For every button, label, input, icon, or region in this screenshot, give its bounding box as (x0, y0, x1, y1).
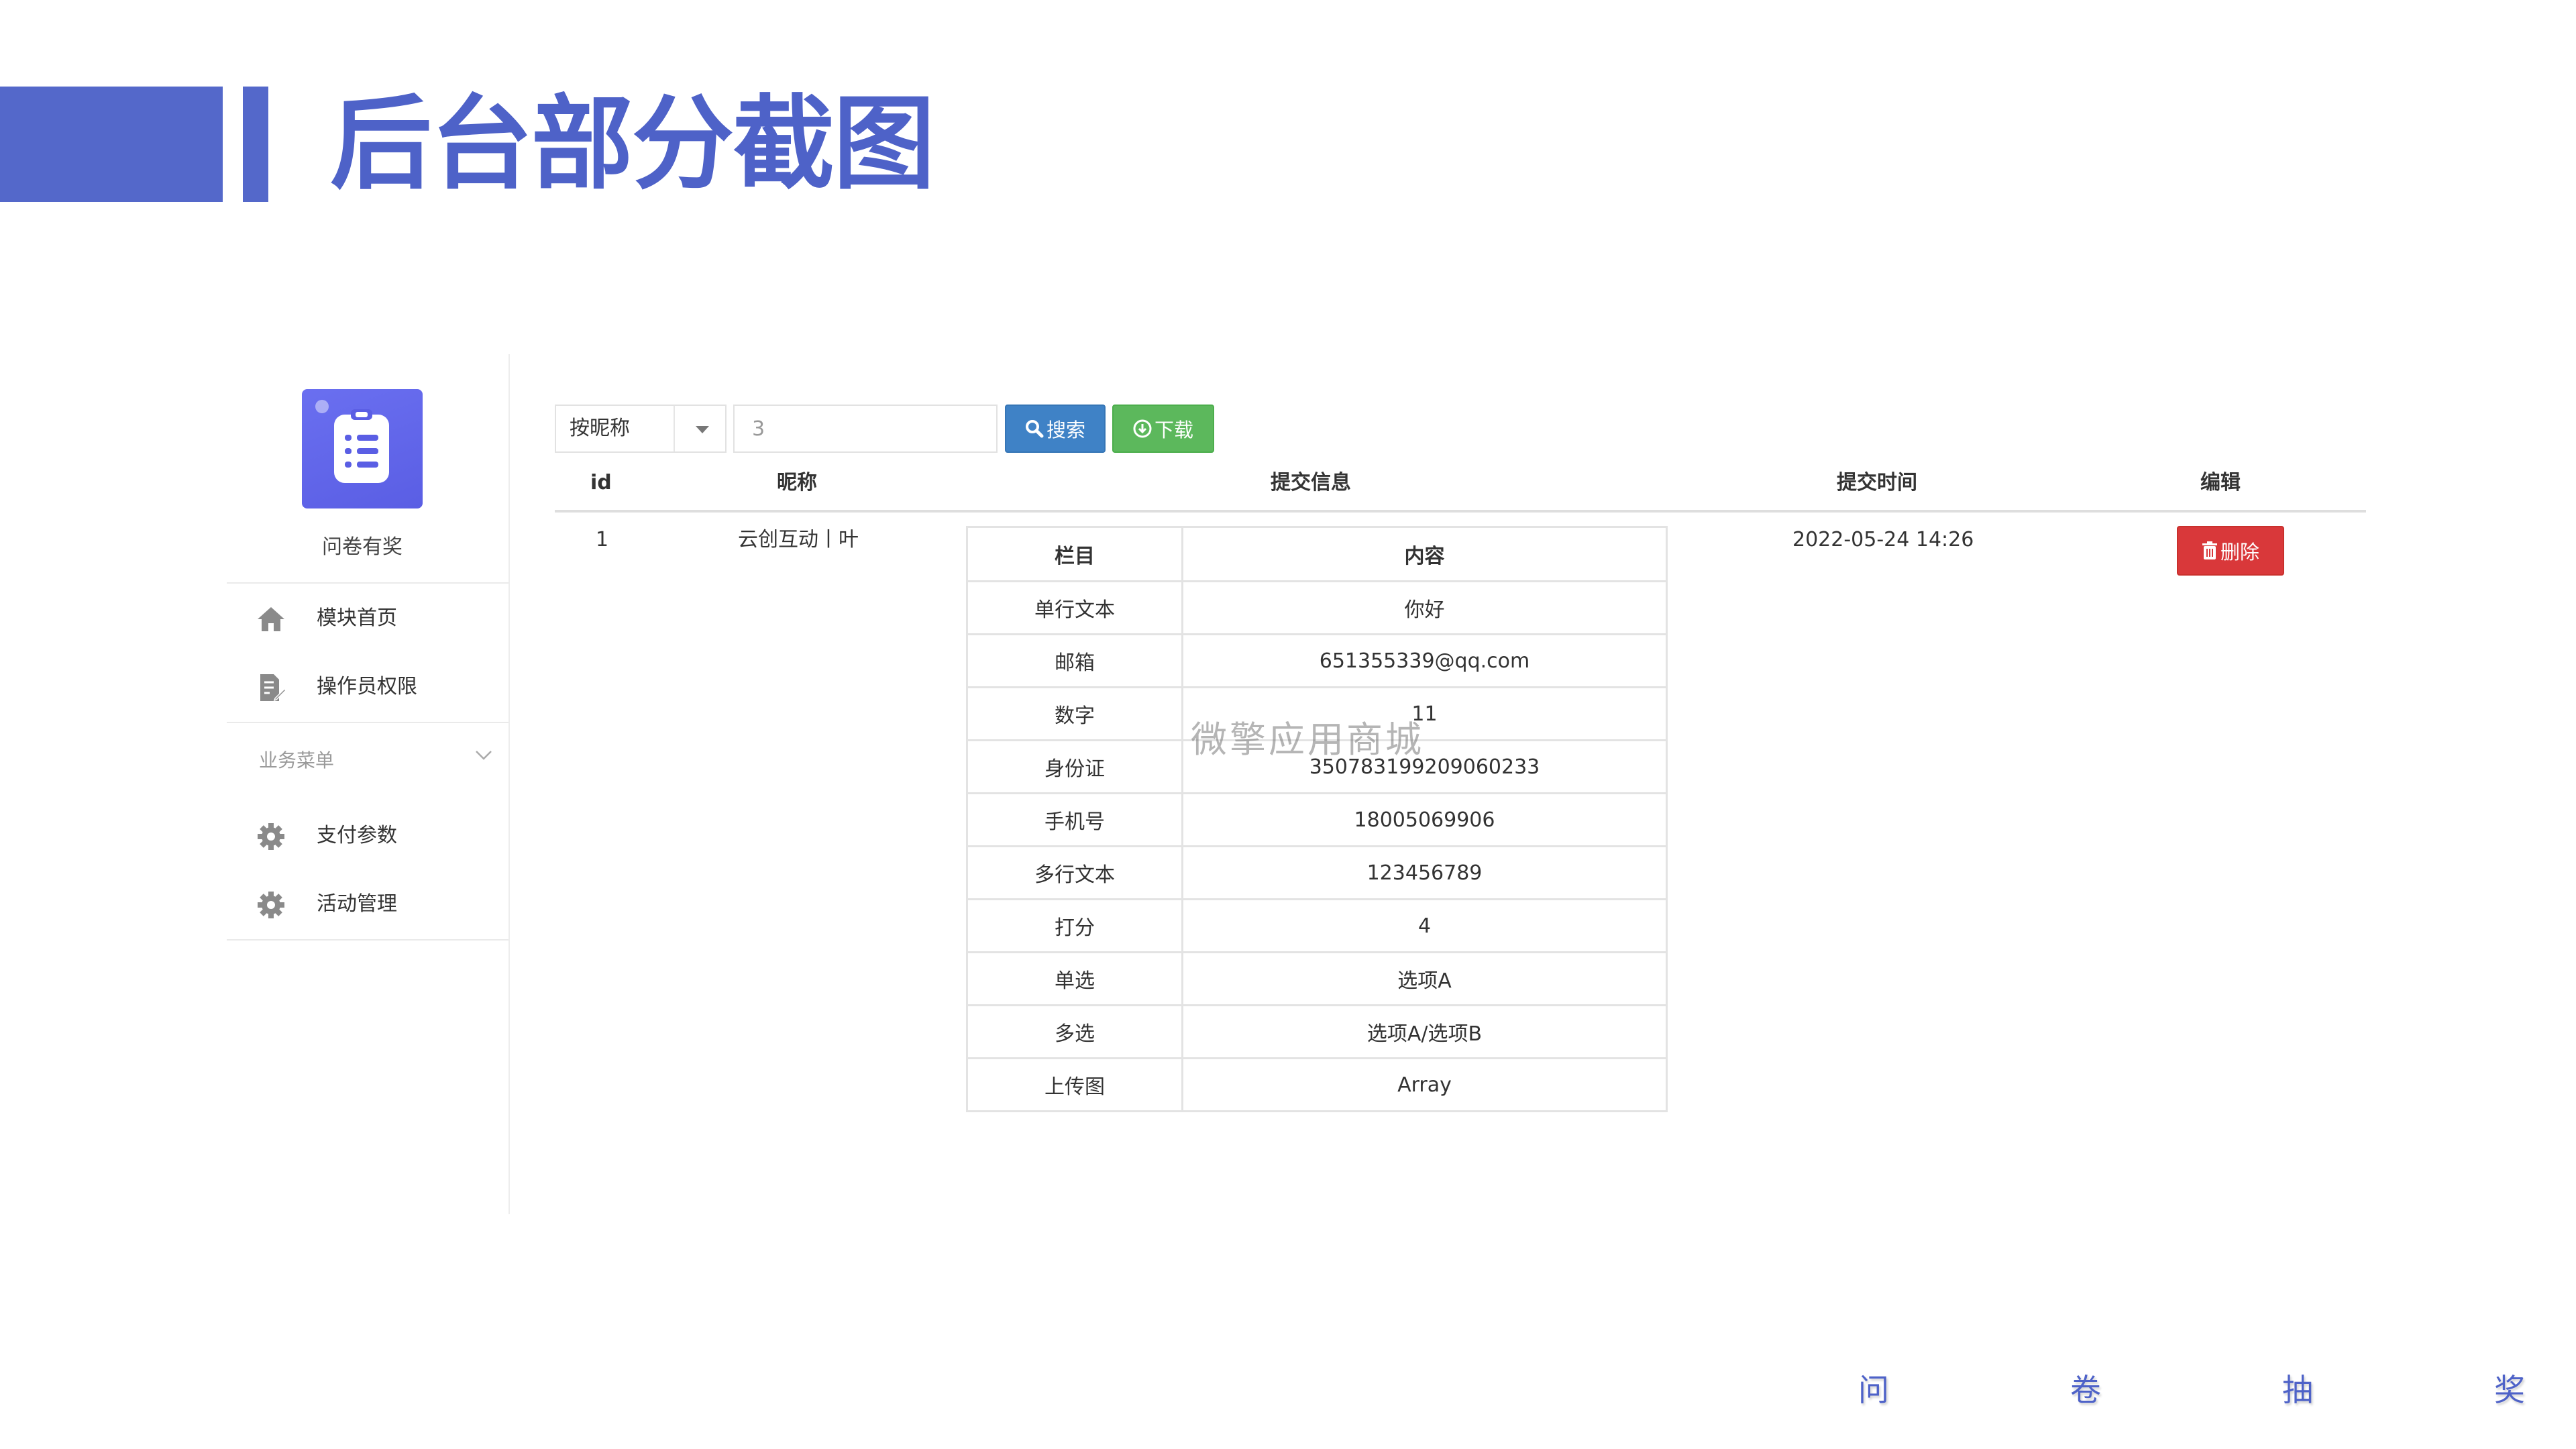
search-button-label: 搜索 (1046, 419, 1085, 441)
sidebar-separator (227, 939, 508, 941)
delete-button[interactable]: 删除 (2177, 526, 2284, 576)
cell-nickname: 云创互动丨叶 (738, 528, 859, 551)
table-row: 多行文本 123456789 (966, 845, 1668, 900)
table-row: 手机号 18005069906 (966, 792, 1668, 847)
table-row: 上传图 Array (966, 1057, 1668, 1112)
submission-detail-table: 栏目 内容 单行文本 你好 邮箱 651355339@qq.com 数字 11 身份证… (966, 526, 1668, 1112)
field-label: 上传图 (966, 1057, 1183, 1112)
column-header-submit-time: 提交时间 (1837, 471, 1917, 494)
cell-submit-time: 2022-05-24 14:26 (1792, 528, 1974, 551)
detail-header-field: 栏目 (966, 526, 1183, 582)
column-header-edit: 编辑 (2200, 471, 2241, 494)
field-label: 单行文本 (966, 580, 1183, 635)
download-button[interactable]: 下载 (1112, 405, 1214, 453)
sidebar-item-payment-params[interactable]: 支付参数 (255, 816, 397, 856)
search-button[interactable]: 搜索 (1005, 405, 1106, 453)
sidebar-item-label: 模块首页 (317, 606, 397, 630)
gear-icon (255, 820, 287, 853)
delete-button-label: 删除 (2220, 541, 2259, 564)
column-header-nickname: 昵称 (777, 471, 817, 494)
sidebar-item-label: 支付参数 (317, 824, 397, 847)
field-label: 打分 (966, 898, 1183, 953)
field-label: 身份证 (966, 739, 1183, 794)
field-value: 选项A/选项B (1181, 1004, 1668, 1059)
sidebar-separator (227, 582, 508, 584)
search-field-select[interactable]: 按昵称 (555, 405, 727, 453)
header-accent-bar (243, 87, 268, 202)
table-row: 单选 选项A (966, 951, 1668, 1006)
search-input[interactable] (733, 405, 998, 453)
field-label: 单选 (966, 951, 1183, 1006)
download-button-label: 下载 (1154, 419, 1193, 441)
column-header-id: id (590, 471, 612, 494)
sidebar-separator (227, 722, 508, 723)
field-value: 18005069906 (1181, 792, 1668, 847)
table-row: 多选 选项A/选项B (966, 1004, 1668, 1059)
cell-id: 1 (596, 528, 609, 551)
field-value: 651355339@qq.com (1181, 633, 1668, 688)
header-divider (555, 510, 2366, 513)
sidebar-item-label: 操作员权限 (317, 675, 417, 698)
field-label: 邮箱 (966, 633, 1183, 688)
trash-icon (2202, 529, 2218, 578)
sidebar-divider (508, 354, 510, 1214)
column-header-submission: 提交信息 (1271, 471, 1351, 494)
field-value: 4 (1181, 898, 1668, 953)
slide-title: 后台部分截图 (330, 85, 935, 203)
field-label: 手机号 (966, 792, 1183, 847)
footer-char: 卷 (2070, 1372, 2101, 1408)
search-icon (1025, 407, 1044, 455)
gear-icon (255, 889, 287, 921)
detail-header-row: 栏目 内容 (966, 526, 1668, 582)
chevron-down-icon[interactable] (474, 745, 494, 765)
sidebar-item-module-home[interactable]: 模块首页 (255, 598, 397, 639)
footer-char: 抽 (2282, 1372, 2313, 1408)
field-value: Array (1181, 1057, 1668, 1112)
table-row: 打分 4 (966, 898, 1668, 953)
sidebar-group-business-menu[interactable]: 业务菜单 (259, 746, 334, 773)
select-value: 按昵称 (570, 417, 630, 440)
header-accent-block (0, 87, 223, 202)
logo-dot (315, 400, 329, 413)
clipboard-list-icon (334, 409, 389, 483)
field-value: 选项A (1181, 951, 1668, 1006)
watermark: 微擎应用商城 (1191, 718, 1424, 761)
footer-char: 奖 (2494, 1372, 2525, 1408)
field-value: 你好 (1181, 580, 1668, 635)
home-icon (255, 603, 287, 635)
detail-header-content: 内容 (1181, 526, 1668, 582)
footer-char: 问 (1858, 1372, 1889, 1408)
app-name: 问卷有奖 (322, 535, 402, 559)
field-value: 123456789 (1181, 845, 1668, 900)
sidebar-item-label: 活动管理 (317, 892, 397, 916)
field-label: 数字 (966, 686, 1183, 741)
sidebar-item-operator-permissions[interactable]: 操作员权限 (255, 667, 417, 707)
field-label: 多行文本 (966, 845, 1183, 900)
document-edit-icon (255, 672, 287, 704)
field-label: 多选 (966, 1004, 1183, 1059)
caret-down-icon (696, 426, 709, 433)
download-circle-icon (1133, 407, 1152, 455)
table-row: 单行文本 你好 (966, 580, 1668, 635)
app-logo (302, 389, 423, 508)
table-row: 邮箱 651355339@qq.com (966, 633, 1668, 688)
sidebar-item-activity-management[interactable]: 活动管理 (255, 884, 397, 924)
